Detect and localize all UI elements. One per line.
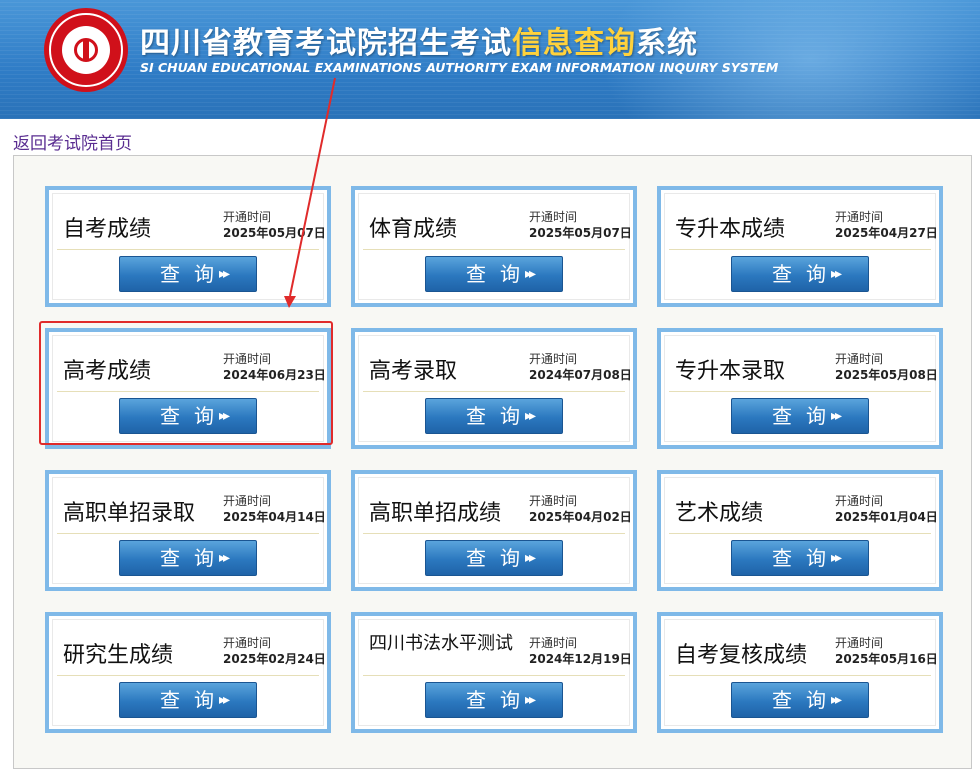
card-title: 研究生成绩 [63,643,174,668]
card-title: 专升本录取 [675,359,786,384]
site-subtitle: SI CHUAN EDUCATIONAL EXAMINATIONS AUTHOR… [140,60,779,75]
card-title: 自考成绩 [63,217,152,242]
double-chevron-icon: ▸▸ [219,550,230,566]
card-upgrade-admission: 专升本录取 开通时间 2025年05月08日 查询 ▸▸ [657,328,943,449]
double-chevron-icon: ▸▸ [525,692,536,708]
open-time-label: 开通时间 [835,636,884,650]
card-gaokao-admission: 高考录取 开通时间 2024年07月08日 查询 ▸▸ [351,328,637,449]
double-chevron-icon: ▸▸ [219,266,230,282]
open-time-label: 开通时间 [223,494,272,508]
open-date: 2025年04月14日 [223,510,326,524]
card-gaokao-score: 高考成绩 开通时间 2024年06月23日 查询 ▸▸ [45,328,331,449]
card-title: 四川书法水平测试 [369,633,513,654]
site-title: 四川省教育考试院招生考试信息查询系统 [140,26,698,61]
double-chevron-icon: ▸▸ [831,692,842,708]
query-button[interactable]: 查询 ▸▸ [425,398,563,434]
card-self-exam-review-score: 自考复核成绩 开通时间 2025年05月16日 查询 ▸▸ [657,612,943,733]
card-pe-score: 体育成绩 开通时间 2025年05月07日 查询 ▸▸ [351,186,637,307]
card-title: 高职单招录取 [63,501,196,526]
query-button[interactable]: 查询 ▸▸ [425,540,563,576]
double-chevron-icon: ▸▸ [219,408,230,424]
query-button[interactable]: 查询 ▸▸ [731,398,869,434]
query-button[interactable]: 查询 ▸▸ [119,682,257,718]
card-title: 自考复核成绩 [675,643,808,668]
query-button[interactable]: 查询 ▸▸ [119,398,257,434]
open-time-label: 开通时间 [835,210,884,224]
query-button[interactable]: 查询 ▸▸ [425,682,563,718]
card-title: 体育成绩 [369,217,458,242]
open-date: 2025年05月16日 [835,652,938,666]
card-title: 高考录取 [369,359,458,384]
query-button[interactable]: 查询 ▸▸ [731,682,869,718]
open-time-label: 开通时间 [529,636,578,650]
query-panel: 自考成绩 开通时间 2025年05月07日 查询 ▸▸ 体育成绩 开通时间 202… [13,155,972,769]
open-date: 2024年06月23日 [223,368,326,382]
query-button[interactable]: 查询 ▸▸ [425,256,563,292]
card-upgrade-score: 专升本成绩 开通时间 2025年04月27日 查询 ▸▸ [657,186,943,307]
card-graduate-score: 研究生成绩 开通时间 2025年02月24日 查询 ▸▸ [45,612,331,733]
open-date: 2024年07月08日 [529,368,632,382]
back-to-home-link[interactable]: 返回考试院首页 [13,129,132,154]
open-time-label: 开通时间 [223,210,272,224]
query-button[interactable]: 查询 ▸▸ [119,256,257,292]
double-chevron-icon: ▸▸ [525,408,536,424]
query-button[interactable]: 查询 ▸▸ [119,540,257,576]
education-authority-logo [44,8,128,92]
card-vocational-score: 高职单招成绩 开通时间 2025年04月02日 查询 ▸▸ [351,470,637,591]
card-title: 艺术成绩 [675,501,764,526]
card-title: 高考成绩 [63,359,152,384]
open-time-label: 开通时间 [223,636,272,650]
open-date: 2025年04月27日 [835,226,938,240]
open-time-label: 开通时间 [223,352,272,366]
double-chevron-icon: ▸▸ [525,266,536,282]
open-time-label: 开通时间 [835,494,884,508]
double-chevron-icon: ▸▸ [831,266,842,282]
open-date: 2025年05月07日 [529,226,632,240]
open-date: 2025年01月04日 [835,510,938,524]
card-calligraphy-test: 四川书法水平测试 开通时间 2024年12月19日 查询 ▸▸ [351,612,637,733]
double-chevron-icon: ▸▸ [831,408,842,424]
open-date: 2025年02月24日 [223,652,326,666]
open-time-label: 开通时间 [529,210,578,224]
open-time-label: 开通时间 [529,352,578,366]
card-vocational-admission: 高职单招录取 开通时间 2025年04月14日 查询 ▸▸ [45,470,331,591]
query-button[interactable]: 查询 ▸▸ [731,540,869,576]
double-chevron-icon: ▸▸ [831,550,842,566]
double-chevron-icon: ▸▸ [525,550,536,566]
open-time-label: 开通时间 [529,494,578,508]
open-date: 2025年05月07日 [223,226,326,240]
card-self-exam-score: 自考成绩 开通时间 2025年05月07日 查询 ▸▸ [45,186,331,307]
open-time-label: 开通时间 [835,352,884,366]
query-button[interactable]: 查询 ▸▸ [731,256,869,292]
open-date: 2025年04月02日 [529,510,632,524]
card-art-score: 艺术成绩 开通时间 2025年01月04日 查询 ▸▸ [657,470,943,591]
double-chevron-icon: ▸▸ [219,692,230,708]
card-title: 专升本成绩 [675,217,786,242]
open-date: 2024年12月19日 [529,652,632,666]
open-date: 2025年05月08日 [835,368,938,382]
site-header: 四川省教育考试院招生考试信息查询系统 SI CHUAN EDUCATIONAL … [0,0,980,119]
card-title: 高职单招成绩 [369,501,502,526]
